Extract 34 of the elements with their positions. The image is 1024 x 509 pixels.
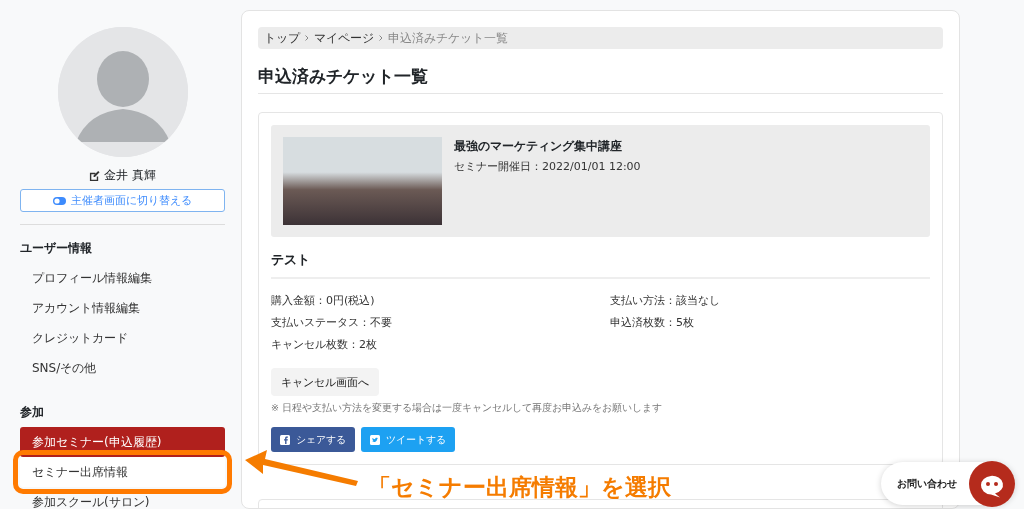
sidebar-item[interactable]: アカウント情報編集 (20, 293, 225, 323)
toggle-icon (53, 196, 66, 205)
contact-label: お問い合わせ (897, 476, 957, 491)
chevron-icon (305, 35, 309, 41)
twitter-icon (370, 434, 380, 445)
section-heading: ユーザー情報 (20, 239, 92, 257)
facebook-icon (280, 434, 290, 445)
sidebar-item[interactable]: プロフィール情報編集 (20, 263, 225, 293)
chat-bubble-icon[interactable] (969, 460, 1015, 507)
sidebar-item[interactable]: 参加スクール(サロン) (20, 487, 225, 509)
detail-text: 支払い方法：該当なし (610, 293, 720, 308)
annotation-text: 「セミナー出席情報」を選択 (368, 473, 671, 502)
detail-text: 支払いステータス：不要 (271, 315, 392, 330)
sidebar-item[interactable]: SNS/その他 (20, 353, 225, 383)
breadcrumb-link[interactable]: マイページ (314, 29, 374, 47)
edit-icon[interactable] (89, 169, 101, 181)
sidebar-item[interactable]: クレジットカード (20, 323, 225, 353)
detail-text: 申込済枚数：5枚 (610, 315, 694, 330)
detail-text: 購入金額：0円(税込) (271, 293, 375, 308)
detail-text: キャンセル枚数：2枚 (271, 337, 377, 352)
user-name: 金井 真輝 (104, 166, 156, 184)
event-title: 最強のマーケティング集中講座 (454, 138, 622, 155)
cancel-page-button[interactable]: キャンセル画面へ (271, 368, 379, 396)
switch-organizer-button[interactable]: 主催者画面に切り替える (20, 189, 225, 212)
contact-widget[interactable]: お問い合わせ (881, 462, 1015, 505)
ticket-name: テスト (271, 251, 310, 269)
share-button[interactable]: シェアする (271, 427, 355, 452)
note-text: ※ 日程や支払い方法を変更する場合は一度キャンセルして再度お申込みをお願いします (271, 402, 662, 415)
event-date: セミナー開催日：2022/01/01 12:00 (454, 159, 641, 174)
section-heading: 参加 (20, 403, 44, 421)
chevron-icon (379, 35, 383, 41)
page-title: 申込済みチケット一覧 (258, 65, 428, 88)
sidebar-item[interactable]: 参加セミナー(申込履歴) (20, 427, 225, 457)
breadcrumb-link[interactable]: トップ (264, 29, 300, 47)
